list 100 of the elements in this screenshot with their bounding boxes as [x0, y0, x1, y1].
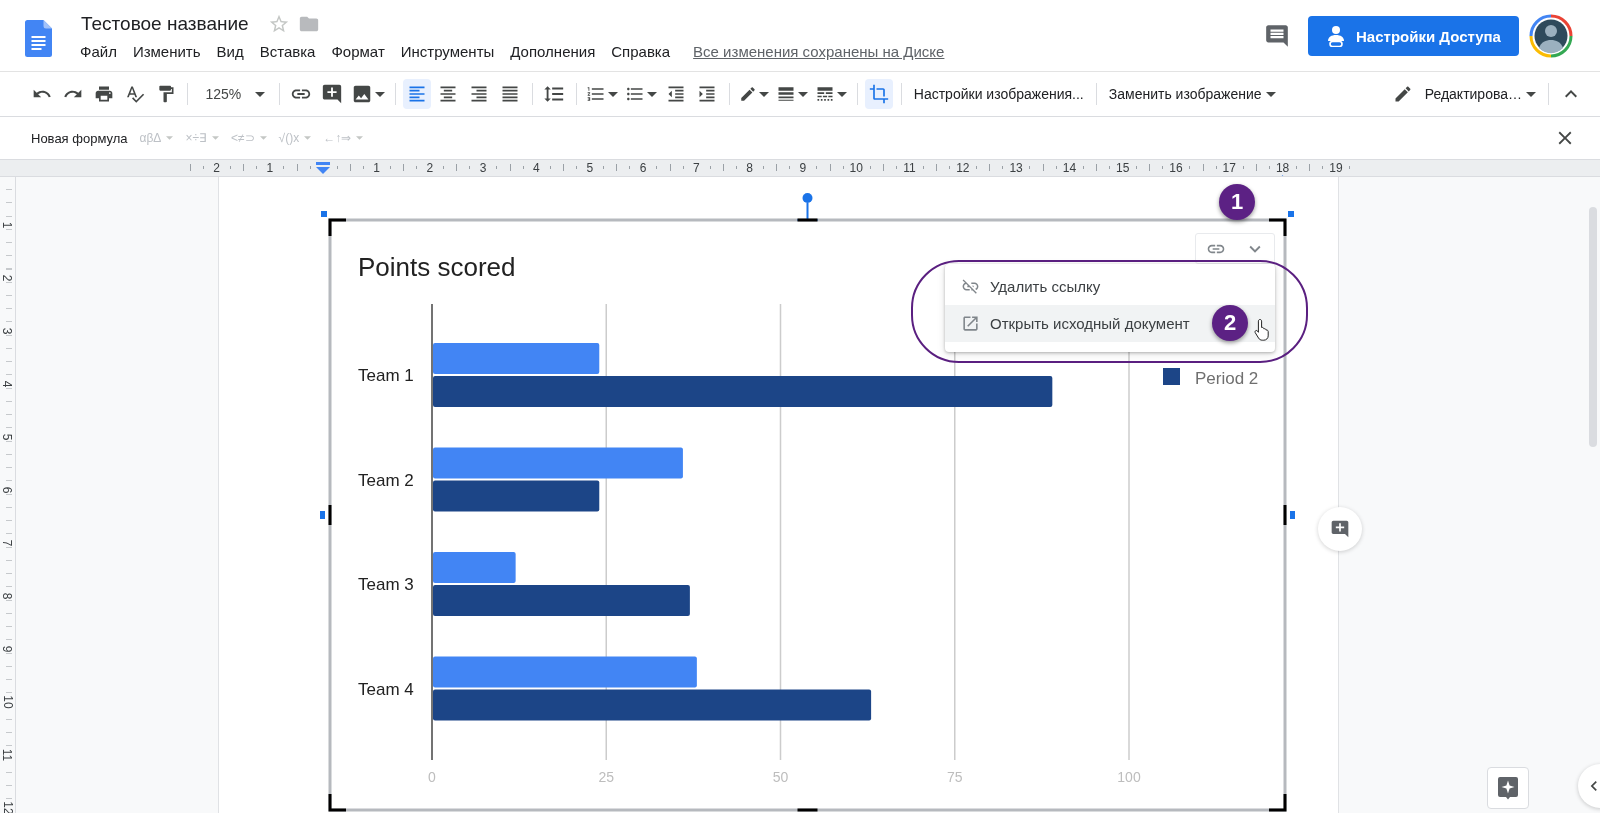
image-options-button[interactable]: Настройки изображения... [907, 79, 1090, 109]
menu-item[interactable]: Вид [208, 41, 252, 62]
ruler-number: 1 [372, 161, 381, 175]
document-icon[interactable] [25, 20, 52, 57]
ruler-number: 1 [265, 161, 275, 175]
category-label: Team 1 [358, 366, 414, 385]
align-center-icon [438, 84, 459, 104]
ruler-number: 4 [1, 380, 14, 387]
explore-button[interactable] [1487, 767, 1529, 809]
menu-item[interactable]: Справка [603, 41, 679, 62]
resize-handle[interactable] [320, 505, 332, 525]
ruler-number: 8 [1, 592, 14, 599]
ruler-number: 15 [1115, 161, 1131, 175]
ruler-number: 6 [1, 486, 14, 493]
ruler-number: 14 [1061, 161, 1078, 175]
axis-tick-label: 75 [946, 769, 963, 785]
resize-handle[interactable] [328, 794, 346, 812]
category-label: Team 4 [358, 679, 414, 699]
ruler-number: 5 [585, 161, 595, 175]
menu-item[interactable]: Вставка [251, 41, 324, 62]
justify-icon [500, 84, 521, 104]
increase-indent-icon [697, 84, 718, 104]
category-label: Team 3 [358, 575, 414, 594]
ruler-number: 12 [955, 161, 971, 175]
numbered-list-icon [586, 84, 607, 104]
caret-icon [356, 136, 364, 140]
ruler-number: 11 [1, 748, 14, 761]
caret-icon [212, 136, 219, 140]
rotate-handle[interactable] [796, 193, 819, 222]
border-dash-icon [815, 84, 836, 104]
spellcheck-icon [124, 84, 145, 104]
zoom-dropdown[interactable]: 125% [195, 79, 272, 109]
axis-tick-label: 0 [428, 769, 436, 785]
caret-icon [259, 136, 267, 140]
resize-handle[interactable] [797, 808, 818, 812]
step-number-badge: 1 [1219, 184, 1255, 220]
caret-icon [647, 91, 658, 97]
avatar[interactable] [1529, 14, 1573, 58]
comment-icon [1264, 23, 1290, 49]
chart-title: Points scored [358, 252, 516, 282]
caret-icon [166, 136, 174, 140]
ruler-number: 1 [1, 221, 14, 228]
unlink-icon [961, 277, 980, 296]
caret-icon [798, 91, 809, 97]
align-left-icon [407, 84, 428, 104]
menu-item[interactable]: Дополнения [502, 41, 604, 62]
editing-mode-dropdown[interactable]: Редактирова… [1386, 79, 1542, 109]
resize-handle[interactable] [1283, 505, 1295, 525]
share-button[interactable]: Настройки Доступа [1308, 16, 1519, 56]
axis-tick-label: 50 [772, 769, 789, 785]
caret-icon [304, 136, 312, 140]
resize-handle[interactable] [1269, 794, 1287, 812]
ruler-number: 2 [1, 274, 14, 281]
ruler-number: 7 [691, 161, 701, 175]
ruler-number: 4 [532, 161, 541, 175]
star-icon [267, 13, 290, 35]
legend-label: Period 2 [1195, 369, 1259, 388]
ruler-number: 10 [1, 694, 14, 709]
caret-icon [255, 91, 266, 97]
ruler-number: 19 [1328, 161, 1344, 175]
border-weight-icon [776, 84, 797, 104]
ruler-number: 9 [1, 645, 14, 652]
menu-item[interactable]: Файл [72, 41, 125, 62]
open-in-new-icon [961, 314, 980, 333]
caret-icon [759, 91, 770, 97]
ruler-number: 10 [848, 161, 864, 175]
caret-icon [837, 91, 848, 97]
crop-button[interactable] [865, 79, 894, 109]
document-title[interactable]: Тестовое название [72, 13, 258, 35]
ruler-number: 2 [212, 161, 221, 175]
scrollbar-thumb[interactable] [1589, 207, 1597, 447]
ruler-number: 17 [1221, 161, 1237, 175]
person-icon [1326, 25, 1346, 47]
replace-image-dropdown[interactable]: Заменить изображение [1102, 79, 1282, 109]
resize-handle[interactable] [321, 211, 346, 236]
menu-item[interactable]: Удалить ссылку [945, 268, 1275, 305]
ruler-number: 11 [902, 161, 917, 175]
new-equation-button[interactable]: Новая формула [25, 126, 134, 150]
align-right-icon [469, 84, 490, 104]
caret-icon [1265, 91, 1276, 97]
align-left-button[interactable] [403, 79, 432, 109]
pen-icon [739, 85, 758, 103]
add-comment-icon [321, 83, 344, 105]
menu-item[interactable]: Формат [323, 41, 393, 62]
ruler-number: 3 [478, 161, 488, 175]
ruler-number: 7 [1, 539, 14, 546]
legend-swatch [1163, 368, 1180, 385]
decrease-indent-icon [666, 84, 687, 104]
sparkle-icon [1497, 776, 1519, 800]
resize-handle[interactable] [1269, 211, 1294, 236]
ruler-number: 9 [798, 161, 808, 175]
menu-item[interactable]: Инструменты [392, 41, 503, 62]
save-status-link[interactable]: Все изменения сохранены на Диске [693, 43, 945, 60]
print-icon [93, 84, 114, 104]
menu-item[interactable]: Изменить [124, 41, 209, 62]
add-comment-icon [1330, 519, 1350, 539]
ruler-number: 2 [425, 161, 435, 175]
category-label: Team 2 [358, 470, 414, 490]
ruler-number: 18 [1274, 161, 1291, 175]
crop-icon [869, 84, 890, 104]
